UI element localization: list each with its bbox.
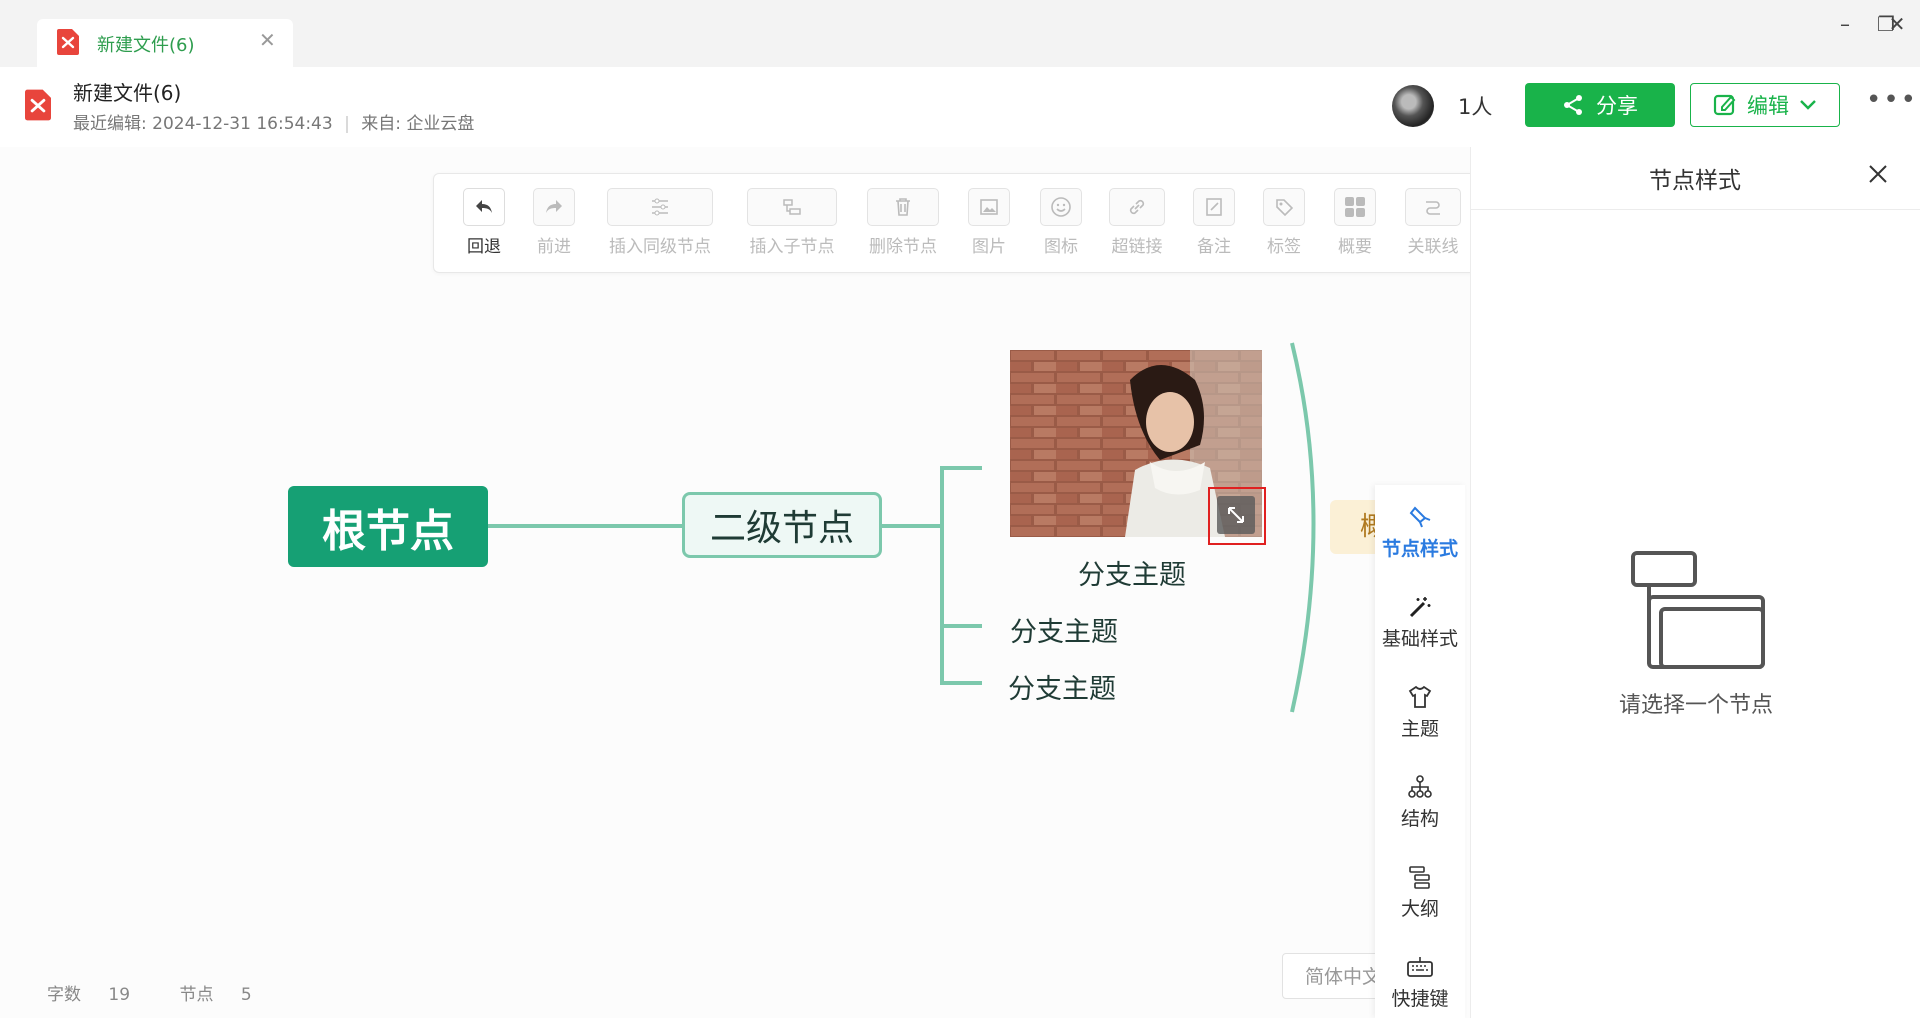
- close-window-icon[interactable]: ✕: [1882, 12, 1912, 36]
- status-bar: 字数 19 节点 5: [47, 980, 296, 1005]
- edit-label: 编辑: [1747, 94, 1789, 118]
- strip-theme[interactable]: 主题: [1375, 680, 1465, 741]
- emoji-icon: [1051, 197, 1071, 217]
- toolbar-label: 图标: [1044, 237, 1078, 257]
- tag-icon: [1276, 199, 1294, 217]
- word-count: 19: [108, 985, 131, 1005]
- summary-node[interactable]: 概: [1330, 500, 1375, 554]
- toolbar-label: 插入同级节点: [609, 237, 711, 257]
- strip-label: 节点样式: [1381, 538, 1458, 560]
- image-icon: [980, 199, 998, 215]
- toolbar-label: 概要: [1338, 237, 1372, 257]
- branch-topic-1[interactable]: 分支主题: [1078, 553, 1186, 592]
- strip-label: 主题: [1400, 718, 1439, 740]
- empty-state-text: 请选择一个节点: [1618, 693, 1773, 718]
- node-count-label: 节点: [179, 985, 214, 1005]
- close-icon[interactable]: [1863, 159, 1893, 189]
- resize-handle[interactable]: [1217, 496, 1255, 534]
- node-count: 5: [240, 985, 252, 1005]
- toolbar-label: 超链接: [1111, 237, 1163, 257]
- toolbar-label: 关联线: [1407, 237, 1459, 257]
- share-label: 分享: [1596, 94, 1638, 118]
- toolbar-label: 备注: [1197, 237, 1231, 257]
- strip-label: 结构: [1400, 808, 1439, 830]
- insert-sibling-button[interactable]: 插入同级节点: [606, 188, 714, 257]
- insert-child-button[interactable]: 插入子节点: [746, 188, 838, 257]
- image-button[interactable]: 图片: [967, 188, 1011, 257]
- undo-button[interactable]: 回退: [462, 188, 506, 257]
- insert-child-icon: [783, 199, 801, 215]
- language-select[interactable]: 简体中文: [1282, 953, 1382, 999]
- empty-state-illustration: [1631, 551, 1765, 669]
- delete-node-button[interactable]: 删除节点: [866, 188, 940, 257]
- outline-icon: [1409, 866, 1430, 889]
- chevron-down-icon[interactable]: [1799, 99, 1817, 111]
- insert-sibling-icon: [652, 198, 668, 216]
- node-style-panel: 节点样式 请选择一个节点: [1470, 147, 1920, 1018]
- strip-shortcuts[interactable]: 快捷键: [1375, 950, 1465, 1011]
- edit-icon: [1713, 94, 1736, 116]
- note-icon: [1206, 198, 1222, 216]
- redo-button[interactable]: 前进: [532, 188, 576, 257]
- emoji-button[interactable]: 图标: [1039, 188, 1083, 257]
- strip-basic-style[interactable]: 基础样式: [1375, 590, 1465, 651]
- structure-icon: [1408, 775, 1432, 798]
- strip-label: 快捷键: [1391, 988, 1449, 1010]
- strip-outline[interactable]: 大纲: [1375, 860, 1465, 921]
- hyperlink-button[interactable]: 超链接: [1108, 188, 1166, 257]
- relation-line-button[interactable]: 关联线: [1404, 188, 1462, 257]
- panel-title: 节点样式: [1649, 168, 1741, 194]
- share-icon: [1564, 95, 1582, 115]
- tag-button[interactable]: 标签: [1262, 188, 1306, 257]
- magic-wand-icon: [1409, 597, 1431, 618]
- root-node[interactable]: 根节点: [288, 486, 488, 567]
- brush-icon: [1409, 506, 1431, 528]
- keyboard-icon: [1407, 957, 1433, 977]
- undo-icon: [476, 200, 492, 213]
- panel-header: 节点样式: [1471, 147, 1920, 210]
- shirt-icon: [1408, 685, 1432, 708]
- strip-node-style[interactable]: 节点样式: [1375, 500, 1465, 561]
- redo-icon: [546, 200, 562, 213]
- share-button[interactable]: 分享: [1525, 83, 1675, 127]
- trash-icon: [896, 198, 910, 216]
- branch-topic-3[interactable]: 分支主题: [1008, 667, 1116, 706]
- level2-node[interactable]: 二级节点: [682, 492, 882, 558]
- link-icon: [1129, 199, 1145, 215]
- editor-toolbar: 回退 前进 插入同级节点 插入子节点 删除节点 图片 图标 超链接 备注 标签 …: [433, 173, 1489, 273]
- toolbar-label: 标签: [1267, 237, 1301, 257]
- strip-structure[interactable]: 结构: [1375, 770, 1465, 831]
- note-button[interactable]: 备注: [1192, 188, 1236, 257]
- minimize-icon[interactable]: –: [1830, 12, 1860, 36]
- toolbar-label: 图片: [972, 237, 1006, 257]
- side-tool-strip: 节点样式 基础样式 主题 结构 大纲 快捷键: [1375, 485, 1465, 1018]
- more-menu-icon[interactable]: •••: [1866, 85, 1918, 115]
- toolbar-label: 回退: [467, 237, 501, 257]
- toolbar-label: 插入子节点: [749, 237, 835, 257]
- toolbar-label: 前进: [537, 237, 571, 257]
- summary-icon: [1345, 197, 1365, 217]
- toolbar-label: 删除节点: [869, 237, 937, 257]
- edit-button[interactable]: 编辑: [1690, 83, 1840, 127]
- relation-line-icon: [1426, 201, 1440, 215]
- strip-label: 基础样式: [1381, 628, 1458, 650]
- resize-diagonal-icon: [1228, 507, 1244, 523]
- branch-topic-2[interactable]: 分支主题: [1010, 610, 1118, 649]
- summary-button[interactable]: 概要: [1333, 188, 1377, 257]
- word-count-label: 字数: [47, 985, 81, 1005]
- strip-label: 大纲: [1400, 898, 1439, 920]
